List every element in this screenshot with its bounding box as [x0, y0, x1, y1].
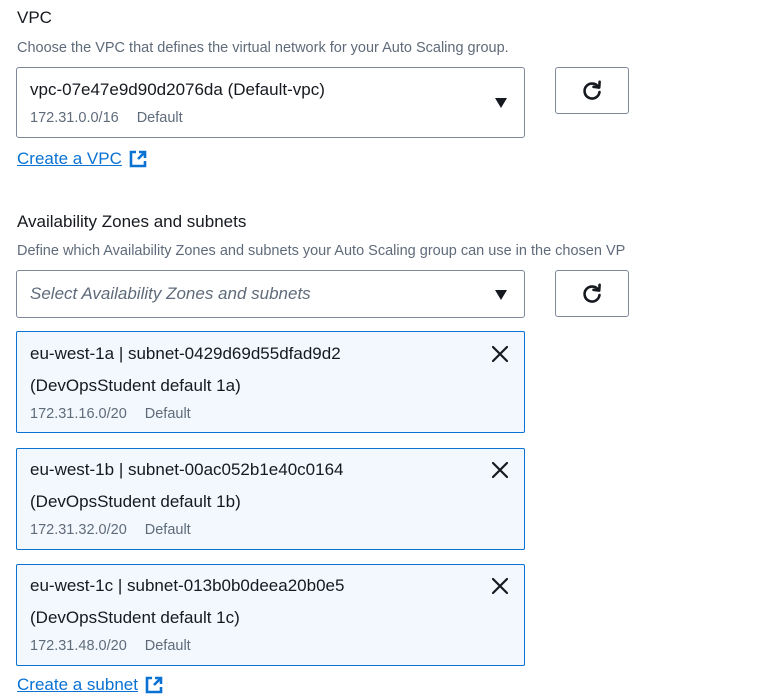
vpc-description: Choose the VPC that defines the virtual …	[17, 40, 509, 56]
vpc-refresh-button[interactable]	[555, 67, 629, 114]
subnets-refresh-button[interactable]	[555, 270, 629, 317]
subnet-token-meta: 172.31.48.0/20 Default	[30, 638, 191, 654]
subnet-cidr: 172.31.48.0/20	[30, 638, 127, 654]
subnet-token-name: (DevOpsStudent default 1c)	[30, 608, 240, 627]
caret-down-icon	[495, 290, 507, 300]
create-vpc-link[interactable]: Create a VPC	[17, 149, 148, 169]
subnet-token: eu-west-1a | subnet-0429d69d55dfad9d2 (D…	[16, 331, 525, 433]
close-icon	[491, 577, 509, 595]
create-subnet-link-text: Create a subnet	[17, 675, 138, 694]
remove-subnet-button[interactable]	[489, 459, 511, 481]
vpc-selected-meta: 172.31.0.0/16 Default	[30, 110, 183, 126]
external-link-icon	[144, 675, 164, 695]
close-icon	[491, 461, 509, 479]
caret-down-icon	[495, 98, 507, 108]
subnet-token-title: eu-west-1c | subnet-013b0b0deea20b0e5	[30, 576, 345, 595]
vpc-cidr: 172.31.0.0/16	[30, 110, 119, 126]
close-icon	[491, 345, 509, 363]
remove-subnet-button[interactable]	[489, 575, 511, 597]
subnet-token-name: (DevOpsStudent default 1a)	[30, 376, 241, 395]
subnet-token-meta: 172.31.32.0/20 Default	[30, 522, 191, 538]
subnet-cidr: 172.31.16.0/20	[30, 406, 127, 422]
subnets-select[interactable]: Select Availability Zones and subnets	[16, 270, 525, 318]
subnets-placeholder: Select Availability Zones and subnets	[30, 284, 311, 303]
subnet-token-name: (DevOpsStudent default 1b)	[30, 492, 241, 511]
create-subnet-link[interactable]: Create a subnet	[17, 675, 164, 695]
vpc-label: VPC	[17, 8, 52, 27]
subnet-tag: Default	[144, 522, 191, 538]
subnet-token-title: eu-west-1a | subnet-0429d69d55dfad9d2	[30, 344, 341, 363]
external-link-icon	[128, 149, 148, 169]
vpc-select[interactable]: vpc-07e47e9d90d2076da (Default-vpc) 172.…	[16, 67, 525, 138]
subnet-tag: Default	[144, 638, 191, 654]
subnet-token-meta: 172.31.16.0/20 Default	[30, 406, 191, 422]
vpc-tag: Default	[136, 110, 183, 126]
subnets-label: Availability Zones and subnets	[17, 212, 247, 231]
create-vpc-link-text: Create a VPC	[17, 149, 122, 168]
refresh-icon	[583, 80, 601, 100]
subnet-token: eu-west-1b | subnet-00ac052b1e40c0164 (D…	[16, 448, 525, 550]
refresh-icon	[583, 283, 601, 303]
subnet-tag: Default	[144, 406, 191, 422]
subnet-token: eu-west-1c | subnet-013b0b0deea20b0e5 (D…	[16, 564, 525, 666]
subnet-cidr: 172.31.32.0/20	[30, 522, 127, 538]
subnet-token-title: eu-west-1b | subnet-00ac052b1e40c0164	[30, 460, 344, 479]
remove-subnet-button[interactable]	[489, 343, 511, 365]
vpc-selected-value: vpc-07e47e9d90d2076da (Default-vpc)	[30, 80, 325, 99]
subnets-description: Define which Availability Zones and subn…	[17, 243, 626, 259]
